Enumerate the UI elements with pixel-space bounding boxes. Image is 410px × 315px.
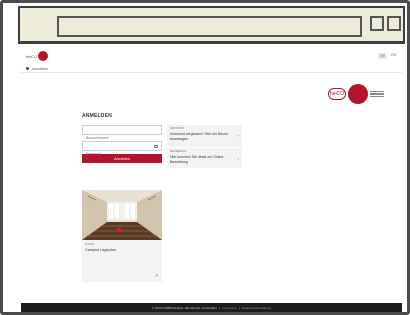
language-de[interactable]: DE	[378, 53, 388, 59]
logo-text: heiCO	[26, 53, 38, 59]
breadcrumb-label[interactable]: Anmelden	[32, 67, 48, 71]
card-title: Campus Lageplan	[85, 248, 116, 252]
application-text: Hier kommen Sie direkt zur Online-Bewerb…	[170, 155, 225, 164]
page-viewport: heiCO DE EN Anmelden heiCO ANMELDEN Anme…	[21, 47, 402, 312]
arrow-right-icon: ›	[237, 133, 239, 138]
seal-icon	[348, 84, 368, 104]
top-bar: heiCO DE EN	[21, 47, 402, 65]
brand-text-lines	[370, 90, 384, 98]
footer: © 2023 CAMPUSonline. Alle Rechte vorbeha…	[21, 303, 402, 312]
password-field[interactable]	[82, 141, 162, 158]
window-button-restore[interactable]	[370, 16, 384, 31]
footer-copyright: © 2023 CAMPUSonline. Alle Rechte vorbeha…	[151, 305, 218, 310]
application-kicker: BEWERBUNG	[170, 150, 187, 153]
show-password-icon[interactable]	[154, 145, 158, 148]
university-logo: heiCO	[328, 84, 384, 104]
campus-map-card[interactable]: SUCHE Campus Lageplan ↗	[82, 190, 162, 282]
forgot-password-text: Kennwort vergessen? Hier ein Neues beant…	[170, 132, 228, 141]
login-title: ANMELDEN	[82, 113, 112, 119]
logo-mark-icon	[38, 51, 49, 61]
arrow-right-icon: ›	[237, 156, 239, 161]
window-button-close[interactable]	[387, 16, 401, 31]
card-kicker: SUCHE	[85, 243, 94, 246]
address-bar[interactable]	[57, 16, 362, 37]
footer-imprint-link[interactable]: Impressum	[222, 306, 237, 310]
username-field[interactable]	[82, 125, 162, 142]
breadcrumb-dot-icon	[26, 67, 29, 70]
language-en[interactable]: EN	[391, 53, 396, 59]
application-box[interactable]: BEWERBUNG Hier kommen Sie direkt zur Onl…	[167, 148, 242, 168]
footer-separator: |	[239, 305, 240, 310]
forgot-password-kicker: KENNWORT	[170, 127, 185, 130]
brand-pill: heiCO	[328, 88, 346, 100]
breadcrumb: Anmelden	[21, 65, 402, 73]
footer-privacy-link[interactable]: Datenschutzerklärung	[242, 306, 271, 310]
footer-separator: |	[219, 305, 221, 310]
language-switcher: DE EN	[378, 53, 396, 59]
external-link-icon: ↗	[154, 273, 158, 278]
browser-chrome	[18, 6, 405, 44]
header-logo[interactable]: heiCO	[26, 51, 49, 61]
forgot-password-box[interactable]: KENNWORT Kennwort vergessen? Hier ein Ne…	[167, 125, 242, 147]
login-button[interactable]: Anmelden	[82, 154, 162, 163]
lecture-hall-image	[82, 190, 162, 240]
